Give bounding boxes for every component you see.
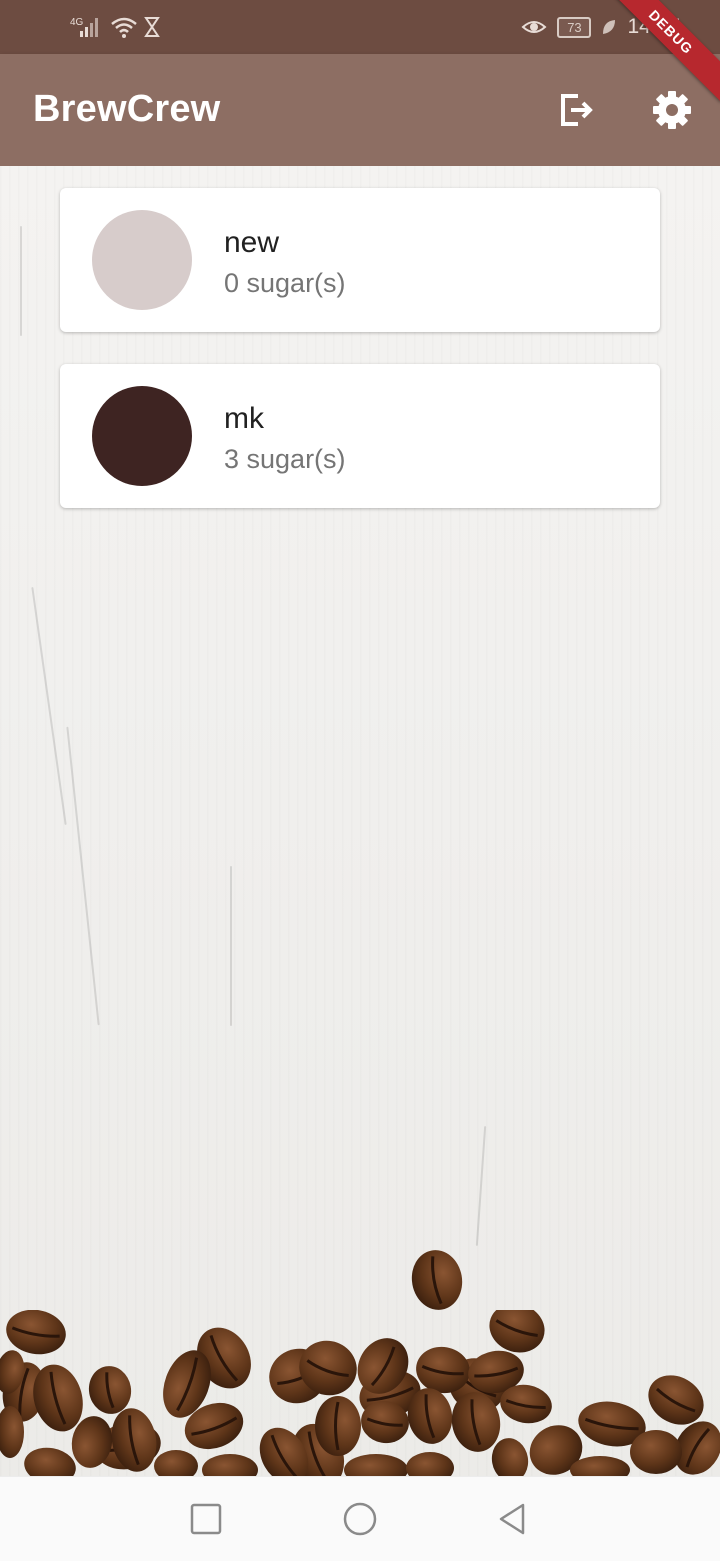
brew-card[interactable]: new 0 sugar(s) <box>60 188 660 332</box>
brew-card[interactable]: mk 3 sugar(s) <box>60 364 660 508</box>
app-bar: BrewCrew <box>0 54 720 166</box>
recents-square-icon <box>190 1503 222 1535</box>
brew-sugars: 0 sugar(s) <box>224 268 346 298</box>
brew-name: mk <box>224 402 264 435</box>
system-navigation-bar <box>0 1476 720 1561</box>
back-triangle-icon <box>499 1503 525 1535</box>
settings-button[interactable] <box>646 84 698 136</box>
brew-list-background: new 0 sugar(s) mk 3 sugar(s) <box>0 166 720 1476</box>
status-indicators-left: 4G <box>70 12 160 42</box>
status-bar: 4G 73 14:47 <box>0 0 720 54</box>
home-button[interactable] <box>338 1497 382 1541</box>
hourglass-icon <box>144 17 160 37</box>
cellular-signal-icon: 4G <box>70 17 98 37</box>
brew-name: new <box>224 226 280 259</box>
logout-button[interactable] <box>550 84 602 136</box>
coffee-beans-image <box>2 1250 720 1476</box>
network-type-label: 4G <box>70 17 84 28</box>
home-circle-icon <box>343 1502 377 1536</box>
eye-comfort-icon <box>521 21 547 33</box>
settings-gear-icon <box>653 91 691 129</box>
wifi-icon <box>111 17 137 38</box>
power-saving-leaf-icon <box>603 20 616 34</box>
back-button[interactable] <box>490 1497 534 1541</box>
app-title: BrewCrew <box>33 88 221 130</box>
brew-sugars: 3 sugar(s) <box>224 444 346 474</box>
recents-button[interactable] <box>184 1497 228 1541</box>
battery-level: 73 <box>557 16 592 38</box>
logout-icon <box>561 94 593 126</box>
brew-avatar <box>92 386 192 486</box>
coffee-beans-foreground <box>0 1310 704 1476</box>
brew-avatar <box>92 210 192 310</box>
